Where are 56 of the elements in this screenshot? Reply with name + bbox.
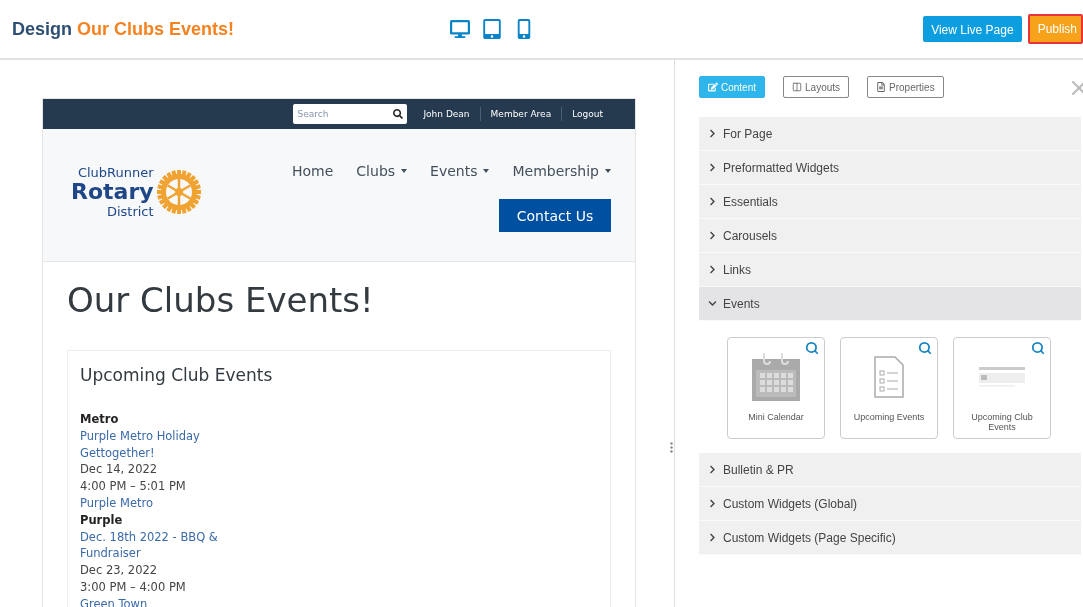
widget-title: Upcoming Club Events xyxy=(80,365,274,385)
nav-link[interactable]: Home xyxy=(292,163,334,179)
nav-link[interactable]: Events xyxy=(430,163,490,179)
club-group-label: Purple xyxy=(80,511,124,529)
chevron-right-icon xyxy=(708,129,717,138)
page-heading: Our Clubs Events! xyxy=(67,280,375,320)
nav-link[interactable]: Clubs xyxy=(356,163,408,179)
accordion-section[interactable]: Essentials xyxy=(699,185,1081,219)
panel-tab[interactable]: Layouts xyxy=(783,76,850,98)
event-detail: Dec 14, 2022 xyxy=(80,461,159,479)
search-icon[interactable] xyxy=(393,109,404,119)
accordion-section[interactable]: Bulletin & PR xyxy=(699,453,1081,487)
chevron-right-icon xyxy=(708,163,717,172)
widget-card[interactable]: Upcoming Club Events xyxy=(953,337,1051,439)
accordion-section[interactable]: Custom Widgets (Page Specific) xyxy=(699,521,1081,555)
document-list-icon xyxy=(874,356,904,398)
article-preview-icon xyxy=(979,367,1025,387)
accordion-section[interactable]: Preformatted Widgets xyxy=(699,151,1081,185)
tablet-icon[interactable] xyxy=(482,19,502,39)
desktop-icon[interactable] xyxy=(450,19,470,39)
event-link[interactable]: Purple Metro xyxy=(80,495,220,512)
event-link[interactable]: Green Town xyxy=(80,595,220,607)
chevron-right-icon xyxy=(708,197,717,206)
page-title: Design Our Clubs Events! xyxy=(12,18,236,40)
nav-link[interactable]: Membership xyxy=(512,163,611,179)
chevron-right-icon xyxy=(708,265,717,274)
accordion-section[interactable]: Carousels xyxy=(699,219,1081,253)
top-bar-link[interactable]: John Dean xyxy=(413,107,480,121)
widget-card[interactable]: Mini Calendar xyxy=(727,337,825,439)
accordion-section[interactable]: Custom Widgets (Global) xyxy=(699,487,1081,521)
drag-handle-icon[interactable] xyxy=(670,442,673,453)
edit-icon xyxy=(708,82,718,92)
calendar-icon xyxy=(751,353,801,401)
accordion-section[interactable]: Events xyxy=(699,287,1081,321)
gear-wheel-logo-icon xyxy=(155,169,202,215)
club-group-label: Metro xyxy=(80,411,120,428)
event-detail: Dec 23, 2022 xyxy=(80,562,159,579)
chevron-down-icon xyxy=(708,299,717,308)
columns-icon xyxy=(792,82,803,92)
event-link[interactable]: Dec. 18th 2022 - BBQ & Fundraiser xyxy=(80,528,220,563)
event-link[interactable]: Purple Metro Holiday Gettogether! xyxy=(80,427,220,462)
chevron-right-icon xyxy=(708,231,717,240)
chevron-right-icon xyxy=(708,533,717,542)
chevron-right-icon xyxy=(708,465,717,474)
top-bar-link[interactable]: Member Area xyxy=(479,107,562,121)
logo-text: ClubRunner Rotary District xyxy=(71,165,154,219)
event-detail: 3:00 PM – 4:00 PM xyxy=(80,578,187,596)
panel-tab[interactable]: Properties xyxy=(867,76,944,98)
event-detail: 4:00 PM – 5:01 PM xyxy=(80,478,187,495)
document-icon xyxy=(876,82,887,92)
chevron-right-icon xyxy=(708,499,717,508)
contact-button[interactable]: Contact Us xyxy=(499,199,611,232)
accordion-section[interactable]: Links xyxy=(699,253,1081,287)
top-bar-link[interactable]: Logout xyxy=(561,107,613,121)
widget-card[interactable]: Upcoming Events xyxy=(840,337,938,439)
accordion-section[interactable]: For Page xyxy=(699,117,1081,151)
